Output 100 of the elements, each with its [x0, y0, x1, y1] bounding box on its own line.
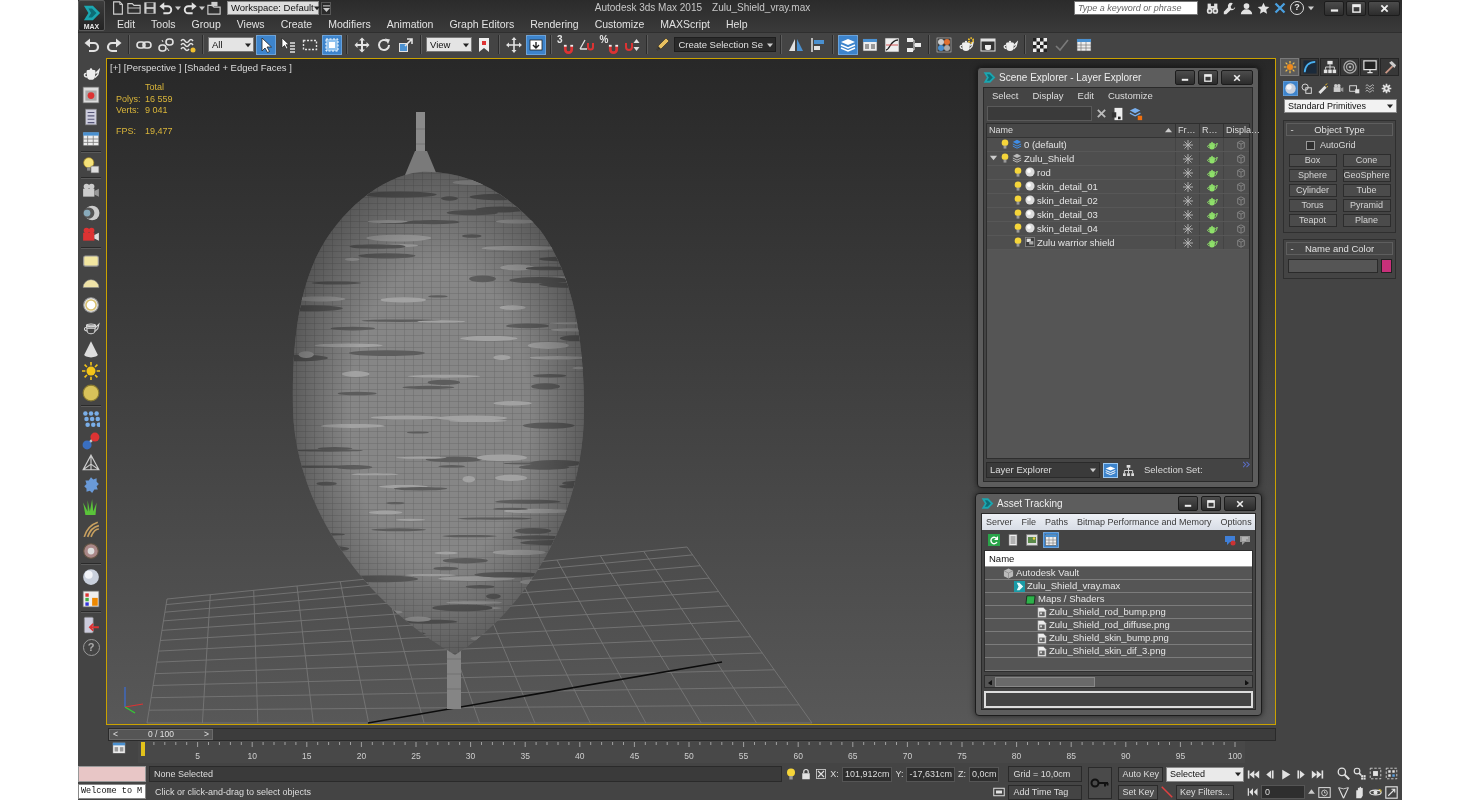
- menu-item[interactable]: Modifiers: [320, 16, 379, 32]
- key-filters-button[interactable]: Key Filters...: [1176, 784, 1234, 800]
- camera-icon[interactable]: [82, 226, 100, 244]
- snowflake-icon[interactable]: [1182, 167, 1193, 178]
- dropdown[interactable]: View: [426, 37, 472, 52]
- primitive-button[interactable]: Torus: [1288, 198, 1337, 212]
- column-header[interactable]: R…: [1199, 124, 1223, 137]
- curved-lines-icon[interactable]: [82, 520, 100, 538]
- crosshair-icon[interactable]: [506, 36, 522, 53]
- dropdown[interactable]: Selected: [1166, 766, 1244, 782]
- document-list-icon[interactable]: [82, 108, 100, 126]
- checkbox[interactable]: [1306, 140, 1315, 150]
- align-icon[interactable]: [809, 36, 826, 53]
- cursor-icon[interactable]: [256, 34, 276, 55]
- light-bulb-icon[interactable]: [1000, 139, 1010, 150]
- menu-item[interactable]: Options: [1220, 514, 1252, 530]
- clock-window-icon[interactable]: [1318, 785, 1331, 799]
- close-button[interactable]: [1224, 496, 1256, 511]
- teapot-gear-icon[interactable]: [957, 36, 974, 53]
- close-button[interactable]: [1368, 0, 1400, 16]
- maximize-button[interactable]: [1346, 0, 1366, 16]
- camera-icon[interactable]: [82, 182, 100, 200]
- primitive-button[interactable]: Box: [1288, 153, 1337, 167]
- layers-icon[interactable]: [1129, 106, 1143, 121]
- menu-item[interactable]: MAXScript: [652, 16, 718, 32]
- snap-toggle[interactable]: %: [598, 34, 621, 55]
- tree-row[interactable]: skin_detail_03: [987, 208, 1249, 222]
- wavy-lines-icon[interactable]: [180, 36, 196, 53]
- document-icon[interactable]: [1007, 534, 1019, 546]
- dropdown[interactable]: Standard Primitives: [1284, 99, 1397, 113]
- blob-icon[interactable]: [82, 476, 100, 494]
- refresh-icon[interactable]: [988, 534, 1000, 546]
- maximize-button[interactable]: [1198, 70, 1218, 85]
- menu-item[interactable]: Rendering: [522, 16, 587, 32]
- page-icon[interactable]: [111, 1, 125, 15]
- viewport-label[interactable]: [Shaded + Edged Faces ]: [184, 62, 292, 74]
- primitive-button[interactable]: Cone: [1342, 153, 1391, 167]
- column-header[interactable]: Fr…: [1175, 124, 1199, 137]
- tree-row[interactable]: skin_detail_02: [987, 194, 1249, 208]
- dropdown[interactable]: Create Selection Se: [674, 37, 776, 52]
- column-header[interactable]: Name: [987, 124, 1175, 137]
- swatch-table-icon[interactable]: [82, 590, 100, 608]
- primitive-button[interactable]: Cylinder: [1288, 183, 1337, 197]
- checker-icon[interactable]: [1031, 36, 1048, 53]
- tree-row[interactable]: rod: [987, 166, 1249, 180]
- coordinate-field[interactable]: 101,912cm: [841, 766, 893, 782]
- dot-grid-icon[interactable]: [82, 410, 100, 428]
- wrench-icon[interactable]: [1223, 1, 1236, 15]
- light-bulb-icon[interactable]: [1013, 223, 1023, 234]
- tree-row[interactable]: Zulu_Shield_vray.max: [985, 580, 1252, 593]
- command-panel-tab[interactable]: [1360, 58, 1379, 76]
- person-icon[interactable]: [1240, 1, 1253, 15]
- folder-icon[interactable]: [207, 1, 221, 15]
- skip-to-start-icon[interactable]: [1247, 767, 1260, 781]
- minimize-button[interactable]: [1178, 496, 1198, 511]
- play-icon[interactable]: [1279, 767, 1292, 781]
- mode-button[interactable]: [1103, 462, 1118, 478]
- time-slider-track[interactable]: < 0 / 100 >: [108, 727, 1276, 741]
- menu-item[interactable]: Edit: [109, 16, 144, 32]
- tree-row[interactable]: Zulu_Shield: [987, 152, 1249, 166]
- table-icon[interactable]: [1075, 36, 1092, 53]
- window-panels-icon[interactable]: [112, 741, 126, 755]
- light-bulb-icon[interactable]: [1013, 237, 1023, 248]
- undo-icon[interactable]: [159, 1, 173, 15]
- magnifier-grid-icon[interactable]: [1353, 767, 1366, 781]
- snowflake-icon[interactable]: [1182, 209, 1193, 220]
- primitive-button[interactable]: Teapot: [1288, 213, 1337, 227]
- box-outline-icon[interactable]: [1349, 83, 1360, 94]
- light-bulb-icon[interactable]: [1000, 153, 1010, 164]
- device-arrow-icon[interactable]: [82, 616, 100, 634]
- snowflake-icon[interactable]: [1182, 223, 1193, 234]
- primitive-button[interactable]: GeoSphere: [1342, 168, 1391, 182]
- collapse-toggle[interactable]: -: [1287, 242, 1297, 254]
- tree-row[interactable]: Maps / Shaders: [985, 593, 1252, 606]
- menu-item[interactable]: Select: [992, 88, 1019, 104]
- maximize-button[interactable]: [1201, 496, 1221, 511]
- tree-row[interactable]: skin_detail_01: [987, 180, 1249, 194]
- viewport-label[interactable]: [Perspective ]: [123, 62, 182, 74]
- coordinate-field[interactable]: -17,631cm: [906, 766, 955, 782]
- tree-row[interactable]: Zulu_Shield_rod_bump.png: [985, 606, 1252, 619]
- primitive-button[interactable]: Pyramid: [1342, 198, 1391, 212]
- snowflake-icon[interactable]: [1182, 139, 1193, 150]
- snowflake-icon[interactable]: [1182, 153, 1193, 164]
- speech-bubble-icon[interactable]: [1224, 534, 1236, 546]
- wavy-lines-icon[interactable]: [1365, 83, 1376, 94]
- x-mark-icon[interactable]: [1274, 2, 1286, 14]
- tree-row[interactable]: 0 (default): [987, 138, 1249, 152]
- light-bulb-icon[interactable]: [1013, 209, 1023, 220]
- tree-row[interactable]: Zulu_Shield_skin_dif_3.png: [985, 645, 1252, 658]
- clear-icon[interactable]: [1096, 108, 1107, 119]
- script-output-field[interactable]: Welcome to M: [78, 784, 146, 799]
- broken-chain-icon[interactable]: [158, 36, 174, 53]
- menu-item[interactable]: Bitmap Performance and Memory: [1077, 514, 1212, 530]
- viewport-label[interactable]: [+]: [110, 62, 121, 74]
- rectangle-icon[interactable]: [82, 252, 100, 270]
- node-graph-icon[interactable]: [905, 36, 922, 53]
- column-header[interactable]: Name: [985, 551, 1252, 567]
- hand-icon[interactable]: [1353, 785, 1366, 799]
- layers-icon[interactable]: [837, 34, 858, 55]
- disc-icon[interactable]: [82, 384, 100, 402]
